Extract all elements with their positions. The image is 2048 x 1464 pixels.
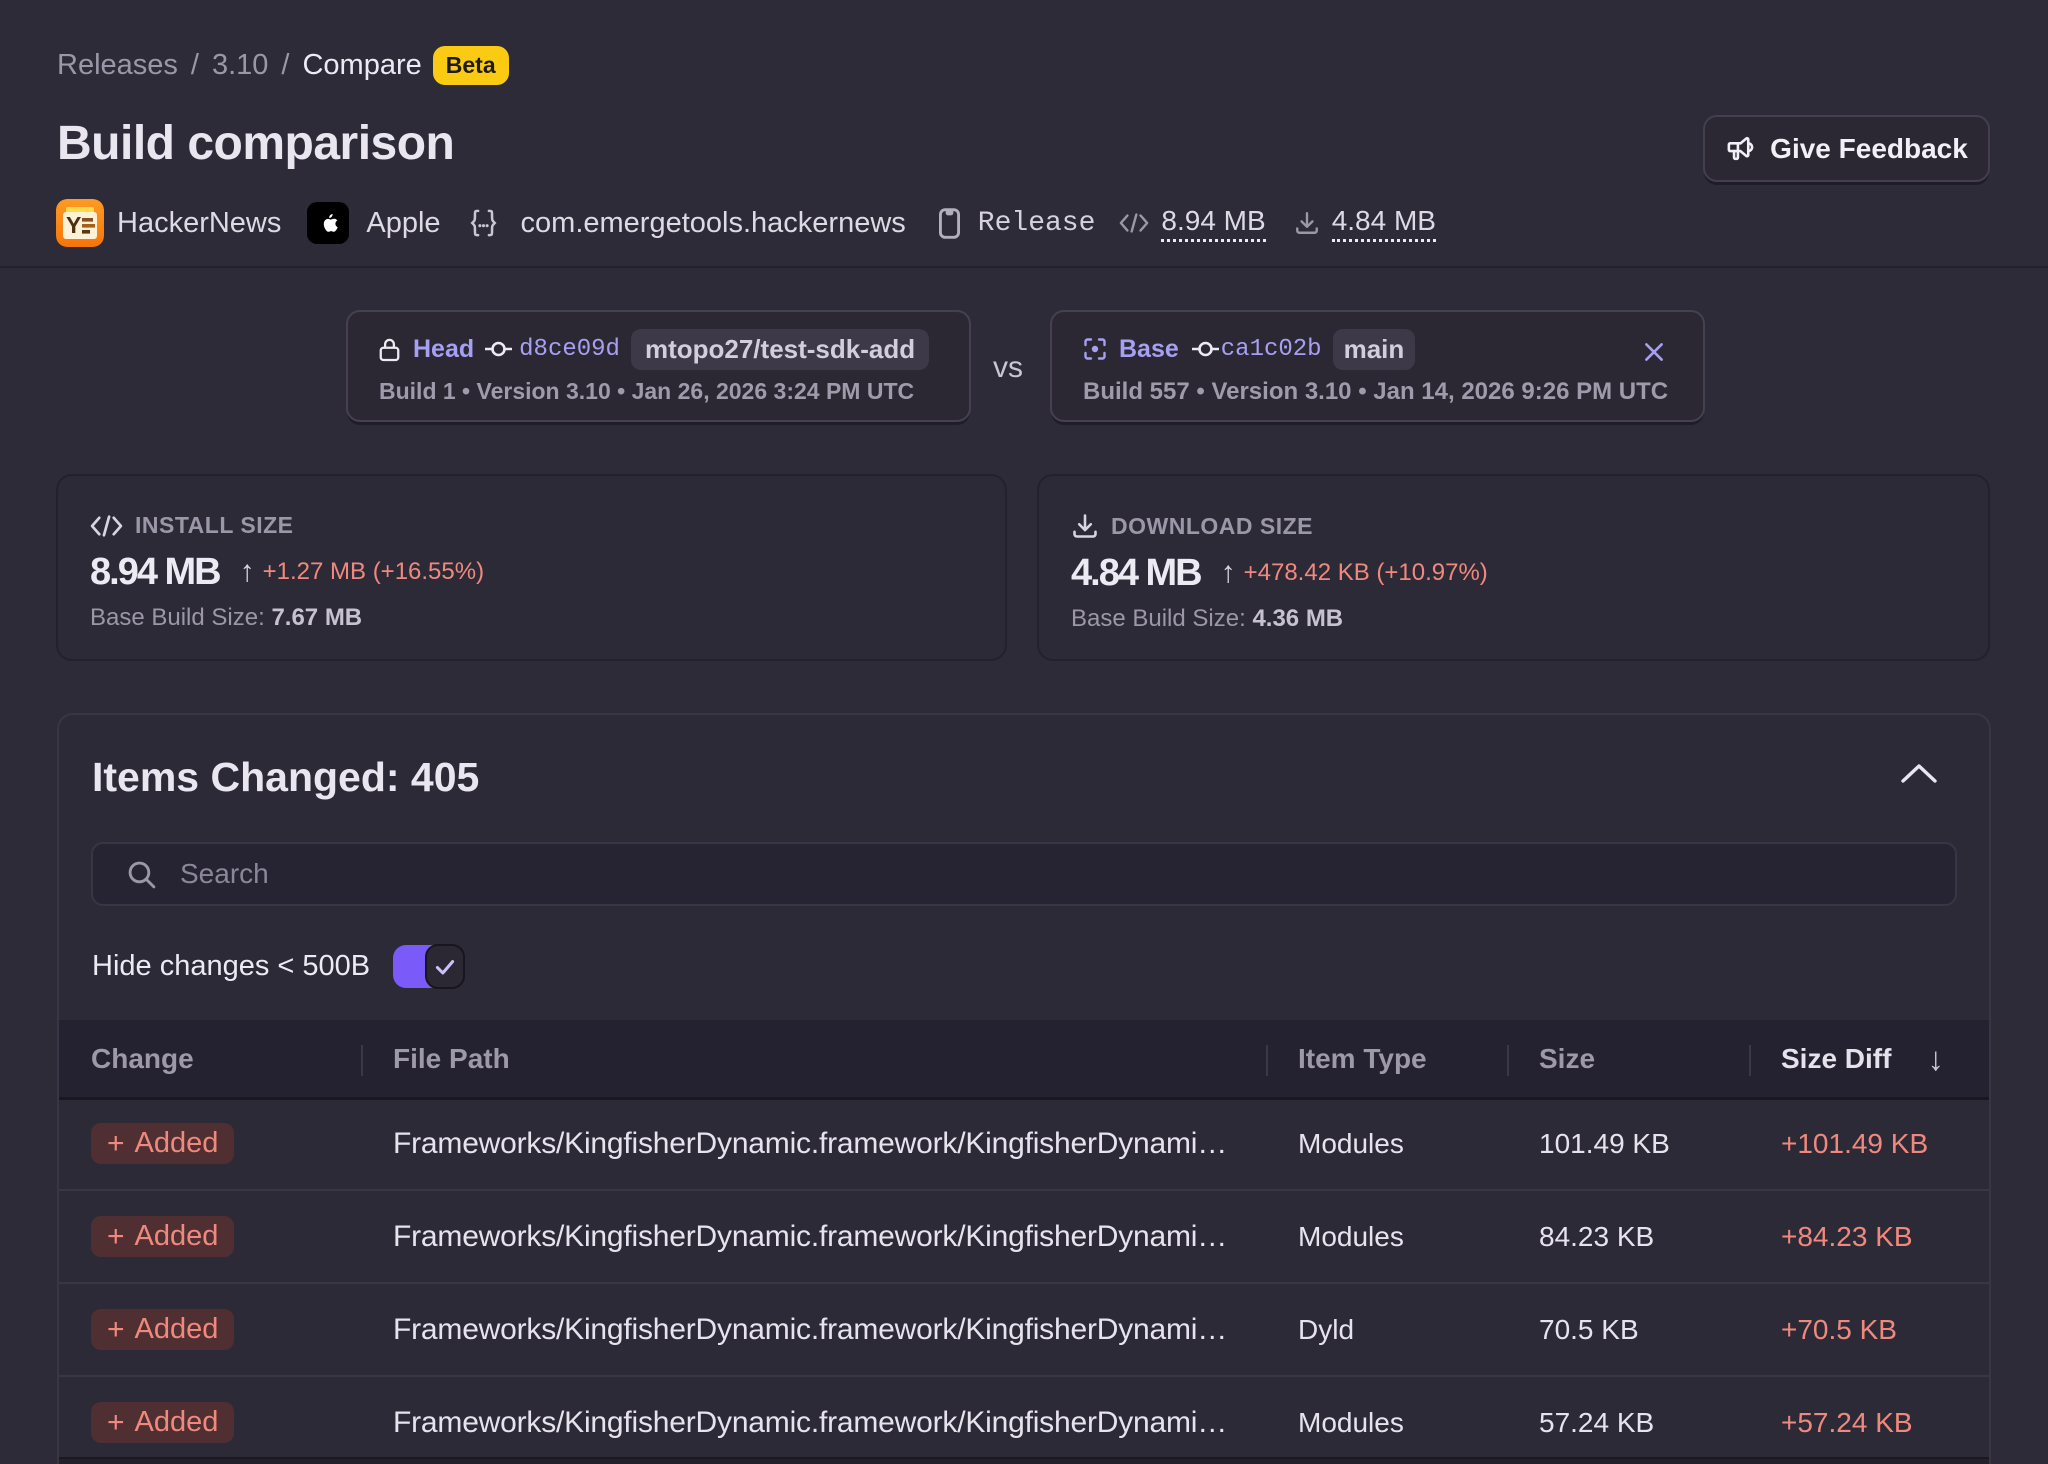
- svg-text:Y: Y: [66, 212, 81, 238]
